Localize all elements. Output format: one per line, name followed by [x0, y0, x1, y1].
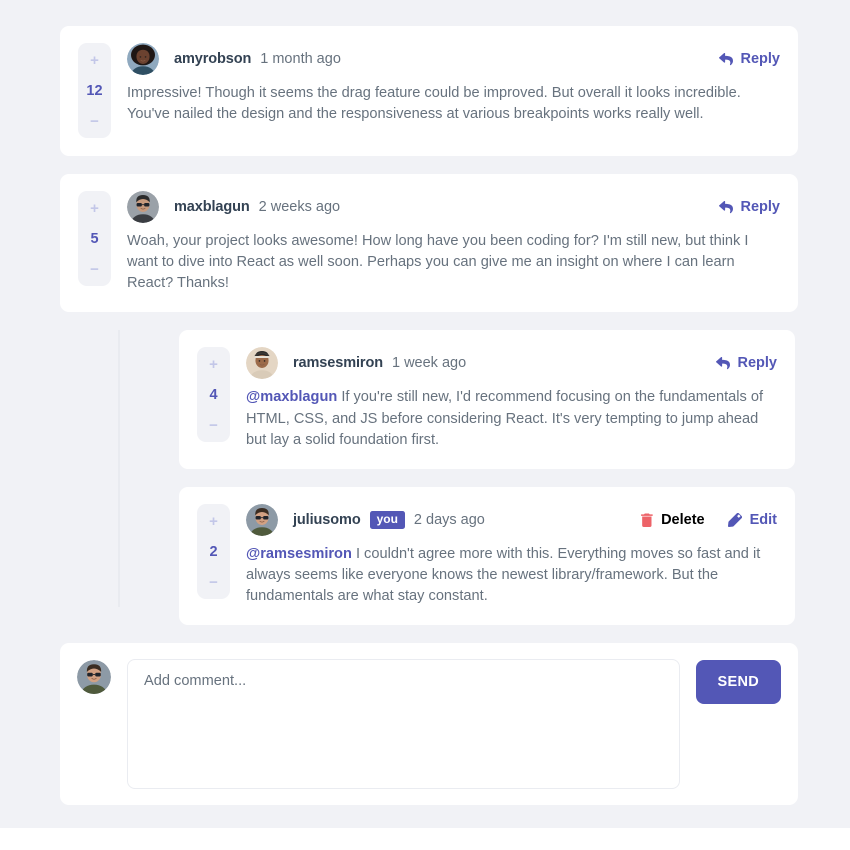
footer-bar — [0, 828, 850, 850]
upvote-button[interactable]: + — [206, 357, 222, 372]
comment-text: @maxblagun If you're still new, I'd reco… — [246, 389, 764, 448]
avatar-maxblagun — [127, 191, 159, 223]
avatar-juliusomo — [246, 503, 278, 536]
comment-body: amyrobson 1 month ago Reply Impressive! … — [127, 43, 780, 138]
comment-text: @ramsesmiron I couldn't agree more with … — [246, 545, 761, 605]
comment-body: ramsesmiron 1 week ago Reply @maxblagun … — [246, 347, 777, 450]
you-badge: you — [369, 510, 405, 529]
comment-header: maxblagun 2 weeks ago Reply — [127, 191, 780, 223]
downvote-button[interactable]: − — [206, 418, 222, 433]
reply-label: Reply — [740, 199, 781, 215]
reply-label: Reply — [740, 51, 781, 67]
reply-button[interactable]: Reply — [718, 51, 781, 67]
add-comment-input[interactable] — [127, 659, 680, 790]
reply-button[interactable]: Reply — [718, 199, 781, 215]
avatar-ramsesmiron — [246, 347, 278, 380]
timestamp: 1 week ago — [391, 355, 467, 372]
vote-count: 4 — [209, 387, 218, 404]
timestamp: 2 weeks ago — [258, 199, 341, 215]
reply-icon — [718, 200, 733, 214]
comment-card: + 5 − maxblagun 2 weeks ago Reply Woah, … — [60, 174, 798, 313]
username[interactable]: ramsesmiron — [293, 355, 383, 371]
comments-page: + 12 − amyrobson 1 month ago Reply Impre… — [0, 0, 850, 850]
reply-button[interactable]: Reply — [715, 355, 778, 372]
edit-label: Edit — [749, 511, 777, 528]
upvote-button[interactable]: + — [206, 514, 222, 529]
mention-link[interactable]: @ramsesmiron — [246, 546, 352, 562]
vote-count: 12 — [86, 82, 103, 99]
reply-list: + 4 − ramsesmiron 1 week ago Reply @maxb… — [179, 330, 850, 626]
username[interactable]: amyrobson — [174, 51, 251, 67]
comment-text: Impressive! Though it seems the drag fea… — [127, 85, 741, 123]
comment-header: amyrobson 1 month ago Reply — [127, 43, 780, 75]
vote-widget: + 12 − — [78, 43, 111, 138]
vote-widget: + 4 − — [197, 347, 230, 443]
vote-widget: + 5 − — [78, 191, 111, 286]
avatar-amyrobson — [127, 43, 159, 75]
downvote-button[interactable]: − — [87, 114, 103, 129]
comment-card: + 2 − juliusomo you 2 days ago Delete Ed… — [179, 486, 795, 626]
reply-icon — [718, 52, 733, 66]
comment-header: ramsesmiron 1 week ago Reply — [246, 347, 778, 380]
reply-thread: + 4 − ramsesmiron 1 week ago Reply @maxb… — [118, 330, 850, 626]
pencil-icon — [727, 512, 742, 527]
reply-label: Reply — [737, 355, 778, 372]
edit-button[interactable]: Edit — [727, 511, 777, 528]
timestamp: 2 days ago — [413, 511, 485, 528]
comment-card: + 12 − amyrobson 1 month ago Reply Impre… — [60, 26, 798, 156]
upvote-button[interactable]: + — [87, 201, 103, 216]
trash-icon — [641, 513, 653, 527]
vote-count: 5 — [90, 230, 99, 247]
vote-widget: + 2 − — [197, 503, 230, 599]
delete-button[interactable]: Delete — [641, 512, 705, 528]
username[interactable]: juliusomo — [293, 512, 361, 528]
comment-header: juliusomo you 2 days ago Delete Edit — [246, 503, 777, 536]
comment-body: juliusomo you 2 days ago Delete Edit @ra… — [246, 503, 777, 607]
comment-card: + 4 − ramsesmiron 1 week ago Reply @maxb… — [179, 330, 795, 469]
downvote-button[interactable]: − — [87, 262, 103, 277]
timestamp: 1 month ago — [260, 51, 341, 67]
comment-body: maxblagun 2 weeks ago Reply Woah, your p… — [127, 191, 780, 294]
comment-list: + 12 − amyrobson 1 month ago Reply Impre… — [60, 26, 798, 313]
upvote-button[interactable]: + — [87, 53, 103, 68]
send-button[interactable]: SEND — [695, 660, 781, 705]
delete-label: Delete — [661, 511, 705, 528]
reply-icon — [715, 356, 730, 370]
comment-text: Woah, your project looks awesome! How lo… — [127, 233, 749, 292]
add-comment-box: SEND — [60, 643, 798, 806]
mention-link[interactable]: @maxblagun — [246, 389, 337, 405]
vote-count: 2 — [209, 543, 218, 560]
username[interactable]: maxblagun — [174, 199, 250, 215]
downvote-button[interactable]: − — [206, 575, 222, 590]
avatar-juliusomo — [77, 660, 111, 695]
